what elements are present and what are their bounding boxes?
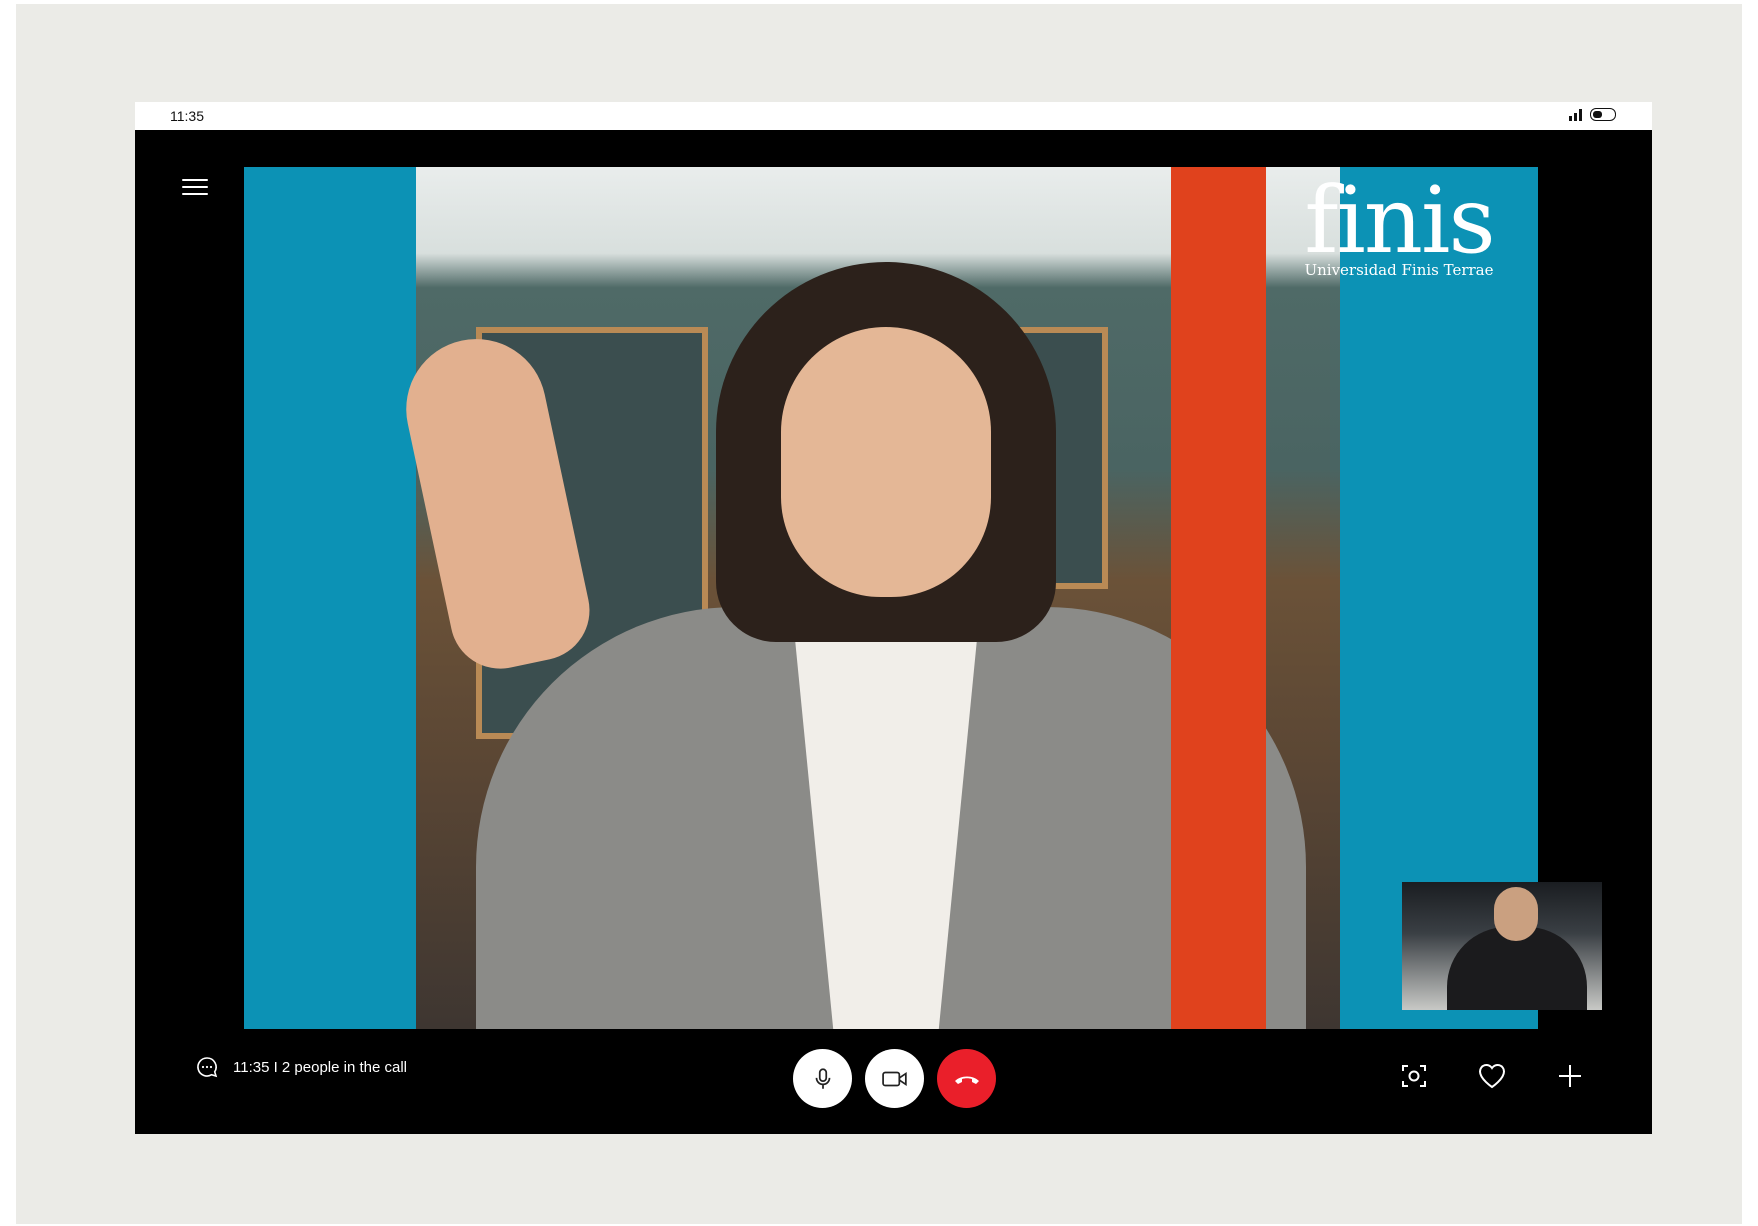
menu-icon[interactable] xyxy=(182,174,208,198)
brand-wordmark: finis xyxy=(1304,167,1495,274)
chat-icon[interactable] xyxy=(195,1055,219,1079)
speaker-face xyxy=(781,327,991,597)
call-controls xyxy=(793,1049,996,1108)
status-bar: 11:35 xyxy=(135,102,1652,130)
brand-red-stripe xyxy=(1171,167,1266,1029)
status-time: 11:35 xyxy=(170,108,204,124)
right-controls xyxy=(1398,1060,1586,1092)
self-view-thumbnail[interactable] xyxy=(1402,882,1602,1010)
brand-subtitle: Universidad Finis Terrae xyxy=(1304,261,1494,279)
plus-icon[interactable] xyxy=(1554,1060,1586,1092)
microphone-icon xyxy=(815,1067,830,1089)
pip-participant-head xyxy=(1494,887,1538,941)
call-info-area: 11:35 I 2 people in the call xyxy=(195,1055,407,1079)
battery-icon xyxy=(1590,108,1616,121)
video-camera-icon xyxy=(881,1071,907,1086)
hang-up-button[interactable] xyxy=(937,1049,996,1108)
brand-logo: finis Universidad Finis Terrae xyxy=(1294,167,1504,280)
video-toggle-button[interactable] xyxy=(865,1049,924,1108)
call-info-text: 11:35 I 2 people in the call xyxy=(233,1058,408,1076)
status-icons xyxy=(1569,108,1616,121)
signal-icon xyxy=(1569,108,1582,121)
mute-button[interactable] xyxy=(793,1049,852,1108)
screenshot-icon[interactable] xyxy=(1398,1060,1430,1092)
video-call-window: 11:35 finis Universidad Finis Terrae 11:… xyxy=(135,102,1652,1134)
heart-icon[interactable] xyxy=(1476,1060,1508,1092)
hang-up-icon xyxy=(954,1076,979,1084)
main-video-feed: finis Universidad Finis Terrae xyxy=(244,167,1538,1029)
